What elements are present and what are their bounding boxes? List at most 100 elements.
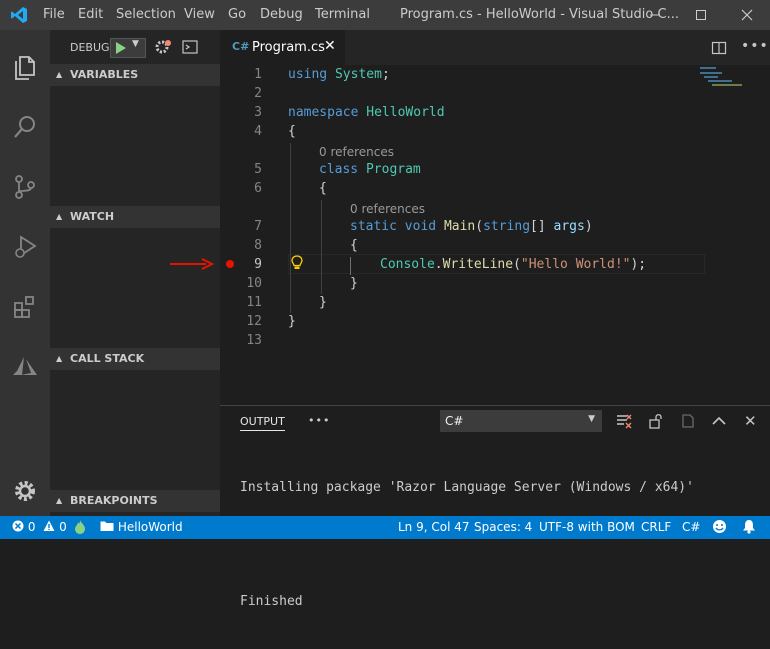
menu-edit[interactable]: Edit (78, 7, 103, 22)
close-panel-icon[interactable]: ✕ (744, 412, 757, 430)
menu-selection[interactable]: Selection (116, 7, 176, 22)
search-icon[interactable] (0, 102, 50, 152)
csharp-file-icon: C# (232, 40, 250, 53)
explorer-icon[interactable] (0, 42, 50, 92)
line-number: 13 (246, 333, 262, 348)
project-name: HelloWorld (117, 520, 183, 534)
watch-section[interactable]: ▲ WATCH (50, 206, 220, 228)
code-line-10: } (350, 276, 358, 291)
encoding[interactable]: UTF-8 with BOM (539, 520, 635, 534)
notifications-bell-icon[interactable] (742, 519, 756, 537)
warning-count: 0 (59, 520, 67, 534)
code-line-11: } (319, 295, 327, 310)
output-channel-value: C# (445, 414, 464, 428)
status-bar: 0 0 HelloWorld Ln 9, Col 47 Spaces: 4 UT… (0, 516, 770, 539)
output-line: Finished (240, 594, 303, 609)
lock-icon[interactable] (648, 413, 664, 433)
split-editor-icon[interactable] (711, 40, 727, 60)
debug-icon[interactable] (0, 222, 50, 272)
code-line-5: class Program (319, 162, 421, 177)
tab-program-cs[interactable]: C# Program.cs ✕ (220, 30, 345, 65)
output-line: Installing package 'Razor Language Serve… (240, 480, 694, 495)
maximize-panel-icon[interactable] (711, 413, 727, 433)
error-icon (12, 520, 24, 532)
error-count: 0 (27, 520, 36, 534)
extensions-icon[interactable] (0, 282, 50, 332)
code-line-6: { (319, 181, 327, 196)
menu-file[interactable]: File (43, 7, 65, 22)
minimap[interactable] (698, 65, 756, 95)
watch-label: WATCH (70, 210, 115, 223)
chevron-down-icon: ▼ (132, 39, 139, 49)
line-number: 2 (254, 86, 262, 101)
more-actions-icon[interactable]: ••• (741, 38, 769, 54)
debug-console-icon[interactable] (182, 39, 198, 59)
feedback-smiley-icon[interactable] (712, 519, 727, 537)
menu-terminal[interactable]: Terminal (315, 7, 370, 22)
maximize-button[interactable] (678, 0, 724, 30)
code-line-7: static void Main(string[] args) (350, 219, 593, 234)
breakpoints-label: BREAKPOINTS (70, 494, 158, 507)
project-selector[interactable]: HelloWorld (100, 520, 183, 534)
activity-bar (0, 30, 50, 516)
line-number: 4 (254, 124, 262, 139)
folder-icon (100, 521, 114, 531)
line-number: 5 (254, 162, 262, 177)
end-of-line[interactable]: CRLF (641, 520, 671, 534)
chevron-down-icon: ▼ (588, 414, 595, 424)
language-mode[interactable]: C# (682, 520, 700, 534)
call-stack-section[interactable]: ▲ CALL STACK (50, 348, 220, 370)
output-panel: OUTPUT ••• C# ▼ ✕ Installing package 'Ra… (220, 405, 770, 609)
minimize-button[interactable] (632, 0, 678, 30)
panel-more-icon[interactable]: ••• (308, 414, 330, 427)
breakpoint-icon[interactable] (226, 260, 234, 268)
call-stack-label: CALL STACK (70, 352, 145, 365)
breakpoints-section[interactable]: ▲ BREAKPOINTS (50, 490, 220, 512)
code-line-8: { (350, 238, 358, 253)
warning-icon (43, 520, 55, 531)
clear-output-icon[interactable] (616, 413, 632, 433)
debug-label: DEBUG (70, 41, 110, 54)
annotation-arrow-icon (168, 256, 215, 276)
code-editor[interactable]: 1 2 3 4 5 6 7 8 9 10 11 12 13 using Syst… (220, 65, 770, 405)
tab-label: Program.cs (252, 40, 325, 55)
close-window-button[interactable] (724, 0, 770, 30)
gear-icon[interactable] (0, 466, 50, 516)
line-number: 7 (254, 219, 262, 234)
line-number: 8 (254, 238, 262, 253)
cursor-position[interactable]: Ln 9, Col 47 (398, 520, 470, 534)
code-line-12: } (288, 314, 296, 329)
tab-output[interactable]: OUTPUT (240, 415, 285, 431)
code-lens-references[interactable]: 0 references (319, 145, 394, 159)
menu-debug[interactable]: Debug (260, 7, 303, 22)
output-channel-select[interactable]: C# ▼ (440, 410, 602, 432)
debug-config-select[interactable]: ▼ (110, 38, 146, 58)
code-line-1: using System; (288, 67, 390, 82)
indentation[interactable]: Spaces: 4 (474, 520, 532, 534)
menu-view[interactable]: View (184, 7, 215, 22)
indent-guide (350, 257, 351, 275)
source-control-icon[interactable] (0, 162, 50, 212)
line-number: 6 (254, 181, 262, 196)
title-bar: File Edit Selection View Go Debug Termin… (0, 0, 770, 30)
variables-label: VARIABLES (70, 68, 139, 81)
tab-close-icon[interactable]: ✕ (324, 38, 336, 54)
menu-go[interactable]: Go (228, 7, 246, 22)
vscode-logo-icon[interactable] (10, 6, 28, 28)
azure-icon[interactable] (0, 342, 50, 392)
line-number: 3 (254, 105, 262, 120)
problems-indicator[interactable]: 0 0 (12, 520, 67, 534)
code-lens-references[interactable]: 0 references (350, 202, 425, 216)
line-number: 10 (246, 276, 262, 291)
flame-icon[interactable] (74, 520, 86, 537)
lightbulb-icon[interactable] (291, 255, 303, 275)
line-number: 1 (254, 67, 262, 82)
code-line-3: namespace HelloWorld (288, 105, 445, 120)
variables-section[interactable]: ▲ VARIABLES (50, 64, 220, 86)
open-log-icon[interactable] (680, 413, 696, 433)
code-line-4: { (288, 124, 296, 139)
output-log: Installing package 'Razor Language Serve… (240, 440, 694, 649)
debug-settings-icon[interactable] (154, 38, 172, 60)
line-number: 12 (246, 314, 262, 329)
start-debugging-icon (116, 42, 126, 54)
